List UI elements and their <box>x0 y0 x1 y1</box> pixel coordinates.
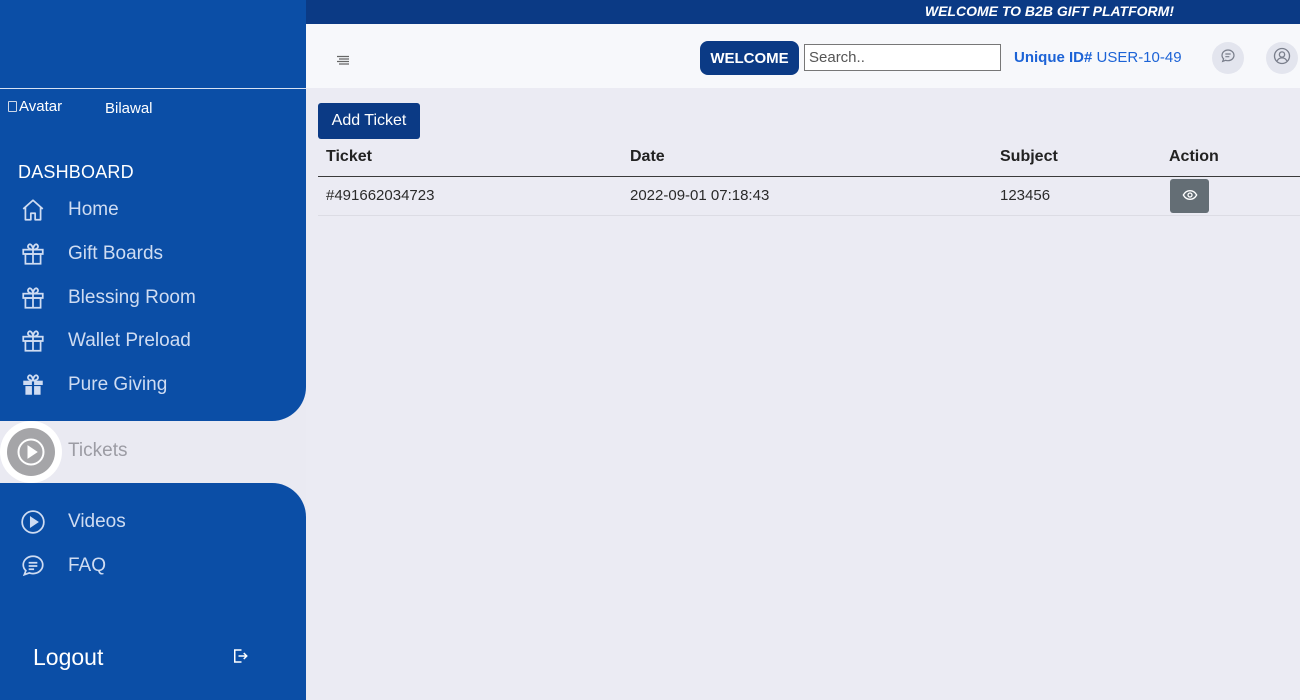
sidebar-item-home[interactable]: Home <box>20 197 119 223</box>
banner-text: WELCOME TO B2B GIFT PLATFORM! <box>924 3 1174 19</box>
sidebar-item-label: Gift Boards <box>68 243 164 264</box>
column-header-date: Date <box>630 148 665 165</box>
avatar-alt-text: Avatar <box>19 98 63 115</box>
user-icon <box>1273 47 1291 70</box>
gift-icon <box>20 285 46 311</box>
play-circle-icon <box>7 428 55 476</box>
profile-button[interactable] <box>1266 42 1298 74</box>
avatar: Avatar <box>8 98 62 115</box>
play-circle-icon <box>20 509 46 535</box>
sidebar-item-label: Videos <box>68 511 126 532</box>
search-input[interactable] <box>804 44 1001 71</box>
sidebar-item-blessing-room[interactable]: Blessing Room <box>20 285 196 311</box>
table-row: #491662034723 2022-09-01 07:18:43 123456 <box>318 177 1300 216</box>
column-header-subject: Subject <box>1000 148 1058 165</box>
welcome-button[interactable]: WELCOME <box>700 41 799 75</box>
logout-icon[interactable] <box>231 647 249 665</box>
tickets-table: Ticket Date Subject Action #491662034723… <box>318 140 1300 216</box>
view-ticket-button[interactable] <box>1170 179 1209 213</box>
menu-toggle-icon[interactable] <box>336 52 350 65</box>
gift-filled-icon <box>20 372 46 398</box>
sidebar-section-title: DASHBOARD <box>18 162 134 182</box>
logout-button[interactable]: Logout <box>33 644 103 671</box>
sidebar-item-label: Home <box>68 199 119 220</box>
header-bar: WELCOME Unique ID# USER-10-49 <box>306 24 1300 88</box>
chat-icon <box>1220 48 1236 69</box>
top-banner: WELCOME TO B2B GIFT PLATFORM! <box>306 0 1300 24</box>
ticket-subject: 123456 <box>1000 187 1051 204</box>
unique-id-value: USER-10-49 <box>1096 49 1182 66</box>
sidebar-item-label: FAQ <box>68 555 107 576</box>
add-ticket-button[interactable]: Add Ticket <box>318 103 420 139</box>
sidebar-item-label: Wallet Preload <box>68 330 191 351</box>
sidebar-divider <box>0 88 306 89</box>
sidebar: Avatar Bilawal DASHBOARD Home Gift Board… <box>0 0 306 700</box>
sidebar-item-label: Blessing Room <box>68 287 196 308</box>
messages-button[interactable] <box>1212 42 1244 74</box>
ticket-id: #491662034723 <box>326 187 435 204</box>
sidebar-item-label: Tickets <box>68 440 128 461</box>
sidebar-item-wallet-preload[interactable]: Wallet Preload <box>20 328 191 354</box>
username: Bilawal <box>105 100 153 117</box>
chat-icon <box>20 553 46 579</box>
sidebar-item-pure-giving[interactable]: Pure Giving <box>20 372 167 398</box>
gift-icon <box>20 328 46 354</box>
eye-icon <box>1182 187 1198 206</box>
table-header: Ticket Date Subject Action <box>318 140 1300 177</box>
unique-id-label: Unique ID# <box>1014 49 1093 66</box>
sidebar-item-videos[interactable]: Videos <box>20 509 126 535</box>
column-header-ticket: Ticket <box>326 148 372 165</box>
column-header-action: Action <box>1169 148 1219 165</box>
sidebar-item-tickets[interactable]: Tickets <box>0 421 306 483</box>
gift-icon <box>20 241 46 267</box>
broken-image-icon <box>8 101 17 112</box>
sidebar-item-label: Pure Giving <box>68 374 168 395</box>
sidebar-item-faq[interactable]: FAQ <box>20 553 106 579</box>
unique-id: Unique ID# USER-10-49 <box>1014 49 1182 66</box>
sidebar-item-gift-boards[interactable]: Gift Boards <box>20 241 163 267</box>
home-icon <box>20 197 46 223</box>
active-indicator <box>0 421 62 483</box>
ticket-date: 2022-09-01 07:18:43 <box>630 187 770 204</box>
